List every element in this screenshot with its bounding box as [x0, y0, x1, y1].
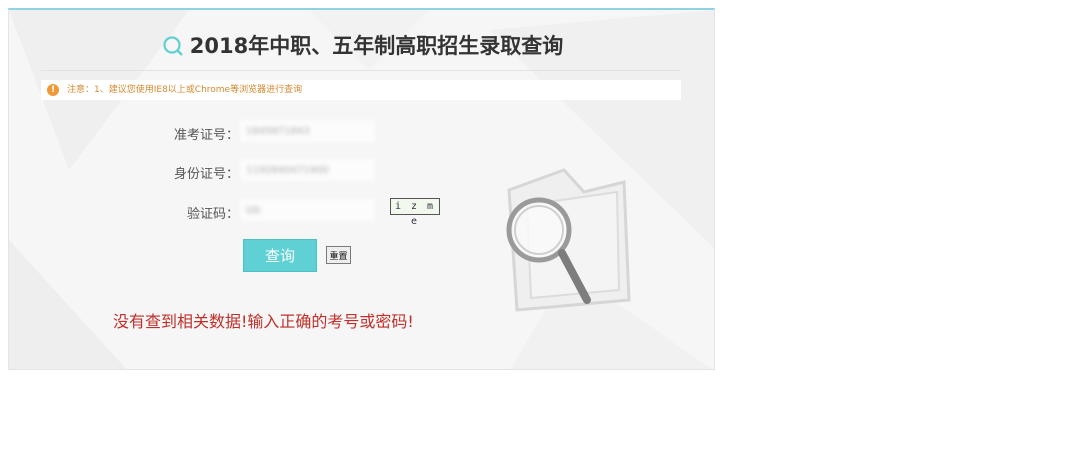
captcha-label: 验证码：: [186, 207, 239, 222]
query-panel: 2018年中职、五年制高职招生录取查询 ! 注意：1、建议您使用IE8以上或Ch…: [8, 8, 715, 370]
page-title-text: 2018年中职、五年制高职招生录取查询: [189, 34, 564, 58]
notice-text: 注意：1、建议您使用IE8以上或Chrome等浏览器进行查询: [67, 85, 303, 95]
captcha-image[interactable]: i z m e: [390, 198, 440, 227]
id-no-input[interactable]: [240, 159, 375, 181]
exam-no-label: 准考证号：: [173, 128, 239, 143]
captcha-input[interactable]: [240, 199, 375, 221]
notice-bar: ! 注意：1、建议您使用IE8以上或Chrome等浏览器进行查询: [41, 80, 681, 100]
error-message: 没有查到相关数据!输入正确的考号或密码!: [113, 312, 414, 331]
magnifier-folder-illustration: [506, 168, 631, 312]
warning-icon: !: [47, 84, 59, 96]
search-icon: [162, 35, 184, 62]
page-title: 2018年中职、五年制高职招生录取查询: [9, 30, 714, 62]
query-button[interactable]: 查询: [243, 239, 317, 272]
id-no-label: 身份证号：: [173, 167, 239, 182]
title-divider: [41, 70, 681, 71]
reset-button[interactable]: 重置: [326, 246, 351, 264]
exam-no-input[interactable]: [240, 120, 375, 142]
